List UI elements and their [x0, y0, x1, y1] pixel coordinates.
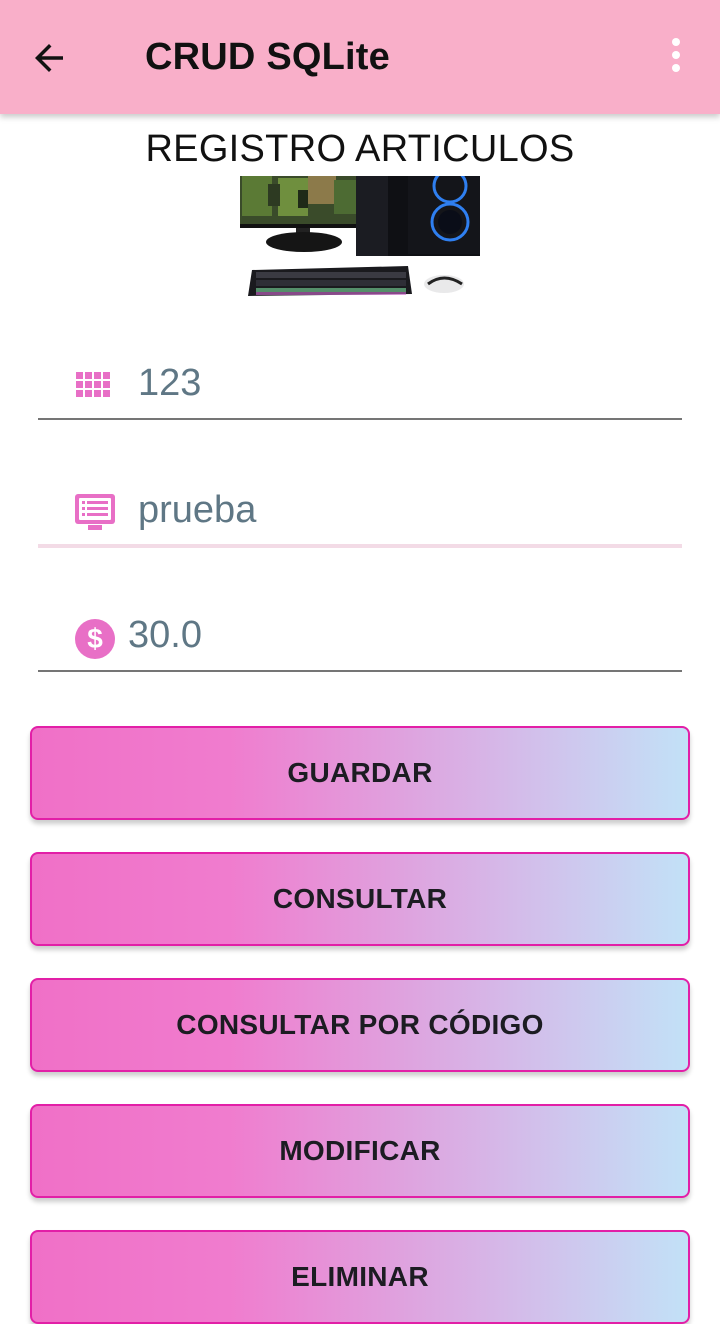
- description-field[interactable]: prueba: [38, 477, 682, 548]
- keypad-grid-icon: [76, 372, 110, 397]
- computer-setup-image: [240, 176, 480, 296]
- code-underline: [38, 418, 682, 420]
- query-button[interactable]: CONSULTAR: [30, 852, 690, 946]
- svg-text:$: $: [87, 623, 103, 654]
- price-underline: [38, 670, 682, 672]
- code-field[interactable]: 123: [38, 350, 682, 420]
- dollar-circle-icon: $: [75, 619, 115, 659]
- delete-button[interactable]: ELIMINAR: [30, 1230, 690, 1324]
- section-title: REGISTRO ARTICULOS: [145, 128, 575, 170]
- back-button[interactable]: [28, 37, 70, 79]
- app-bar: CRUD SQLite: [0, 0, 720, 114]
- arrow-back-icon: [35, 44, 63, 72]
- price-field[interactable]: $ 30.0: [38, 602, 682, 672]
- overflow-menu-button[interactable]: [664, 38, 688, 78]
- save-button[interactable]: GUARDAR: [30, 726, 690, 820]
- query-by-code-button[interactable]: CONSULTAR POR CÓDIGO: [30, 978, 690, 1072]
- description-value: prueba: [138, 489, 257, 531]
- app-title: CRUD SQLite: [145, 36, 390, 78]
- more-vert-icon: [664, 38, 688, 72]
- description-underline: [38, 544, 682, 548]
- code-value: 123: [138, 362, 202, 404]
- modify-button[interactable]: MODIFICAR: [30, 1104, 690, 1198]
- description-card-icon: [75, 494, 115, 530]
- price-value: 30.0: [128, 614, 202, 656]
